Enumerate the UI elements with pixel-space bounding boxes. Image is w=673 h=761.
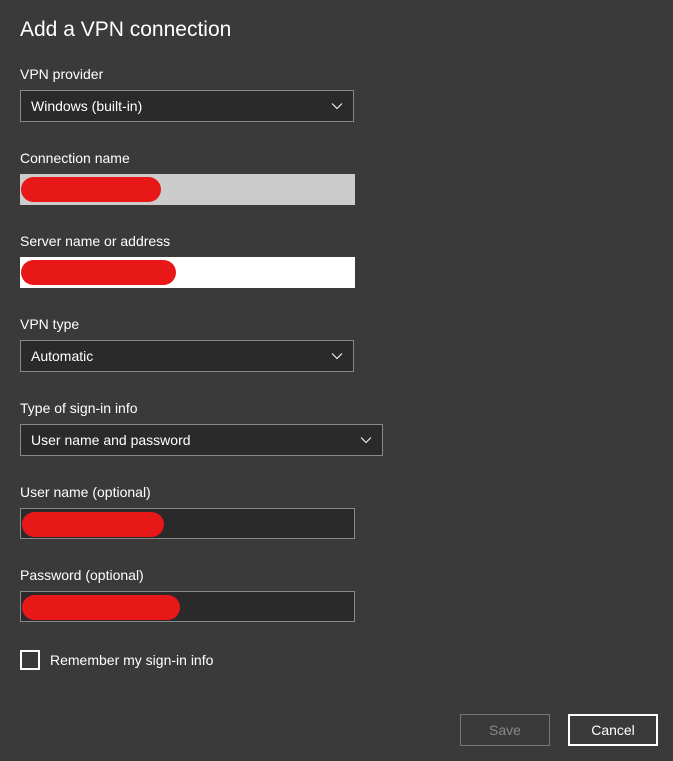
remember-signin-label: Remember my sign-in info <box>50 652 213 668</box>
vpn-type-select[interactable]: Automatic <box>20 340 354 372</box>
save-button: Save <box>460 714 550 746</box>
button-row: Save Cancel <box>460 714 658 746</box>
remember-signin-checkbox[interactable] <box>20 650 40 670</box>
signin-type-group: Type of sign-in info User name and passw… <box>20 400 653 456</box>
page-title: Add a VPN connection <box>20 18 653 42</box>
vpn-provider-value: Windows (built-in) <box>31 98 142 114</box>
vpn-type-group: VPN type Automatic <box>20 316 653 372</box>
vpn-provider-group: VPN provider Windows (built-in) <box>20 66 653 122</box>
redaction-overlay <box>21 260 176 285</box>
server-address-input[interactable] <box>20 257 355 288</box>
signin-type-value: User name and password <box>31 432 191 448</box>
password-label: Password (optional) <box>20 567 653 583</box>
signin-type-label: Type of sign-in info <box>20 400 653 416</box>
chevron-down-icon <box>360 434 372 446</box>
vpn-type-label: VPN type <box>20 316 653 332</box>
username-input[interactable] <box>20 508 355 539</box>
vpn-type-value: Automatic <box>31 348 93 364</box>
connection-name-input[interactable] <box>20 174 355 205</box>
cancel-button[interactable]: Cancel <box>568 714 658 746</box>
connection-name-label: Connection name <box>20 150 653 166</box>
redaction-overlay <box>22 595 180 620</box>
username-label: User name (optional) <box>20 484 653 500</box>
vpn-provider-select[interactable]: Windows (built-in) <box>20 90 354 122</box>
connection-name-group: Connection name <box>20 150 653 205</box>
chevron-down-icon <box>331 350 343 362</box>
chevron-down-icon <box>331 100 343 112</box>
remember-signin-checkbox-row[interactable]: Remember my sign-in info <box>20 650 653 670</box>
signin-type-select[interactable]: User name and password <box>20 424 383 456</box>
password-input[interactable] <box>20 591 355 622</box>
password-group: Password (optional) <box>20 567 653 622</box>
server-address-group: Server name or address <box>20 233 653 288</box>
vpn-provider-label: VPN provider <box>20 66 653 82</box>
redaction-overlay <box>21 177 161 202</box>
redaction-overlay <box>22 512 164 537</box>
server-address-label: Server name or address <box>20 233 653 249</box>
username-group: User name (optional) <box>20 484 653 539</box>
